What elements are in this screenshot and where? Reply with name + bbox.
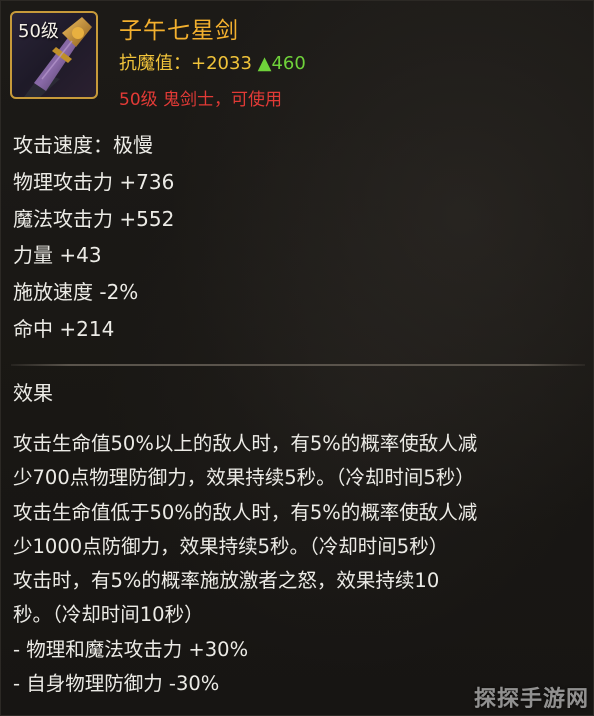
effect-line: - 物理和魔法攻击力 +30% [13, 637, 249, 661]
effect-line: 攻击生命值50%以上的敌人时，有5%的概率使敌人减 [13, 432, 478, 455]
effect-line: 攻击时，有5%的概率施放激者之怒，效果持续10 [13, 569, 440, 593]
resist-value-line: 抗魔值：+2033 ▲460 [119, 49, 306, 75]
effect-line: 秒。（冷却时间10秒） [13, 603, 204, 627]
effect-description: 攻击生命值50%以上的敌人时，有5%的概率使敌人减 少700点物理防御力，效果持… [13, 429, 583, 703]
item-icon-frame[interactable]: 50级 [10, 11, 98, 99]
stat-strength: 力量 +43 [13, 243, 102, 268]
stat-cast-speed: 施放速度 -2% [13, 280, 139, 305]
stat-magic-attack: 魔法攻击力 +552 [13, 206, 175, 231]
resist-label: 抗魔值： [119, 53, 191, 74]
watermark: 探探手游网 [473, 687, 589, 712]
resist-value: +2033 [191, 53, 252, 74]
effect-line: 攻击生命值低于50%的敌人时，有5%的概率使敌人减 [13, 500, 478, 524]
stat-hit-rate: 命中 +214 [13, 316, 115, 341]
item-level-badge: 50级 [18, 21, 59, 42]
effect-line: 少1000点防御力，效果持续5秒。（冷却时间5秒） [13, 534, 449, 558]
requirement-text: 50级 鬼剑士，可使用 [119, 90, 283, 110]
stat-attack-speed: 攻击速度：极慢 [13, 133, 153, 157]
stat-physical-attack: 物理攻击力 +736 [13, 169, 175, 194]
resist-delta: ▲460 [257, 53, 306, 74]
item-name: 子午七星剑 [119, 18, 239, 44]
stats-list: 攻击速度：极慢 物理攻击力 +736 魔法攻击力 +552 力量 +43 施放速… [13, 129, 174, 350]
effect-line: 少700点物理防御力，效果持续5秒。（冷却时间5秒） [13, 466, 475, 490]
section-divider [11, 364, 585, 366]
effect-title: 效果 [13, 381, 53, 405]
item-tooltip: 50级 子午七星剑 抗魔值：+2033 ▲460 50级 鬼剑士，可使用 攻击速… [0, 0, 594, 716]
